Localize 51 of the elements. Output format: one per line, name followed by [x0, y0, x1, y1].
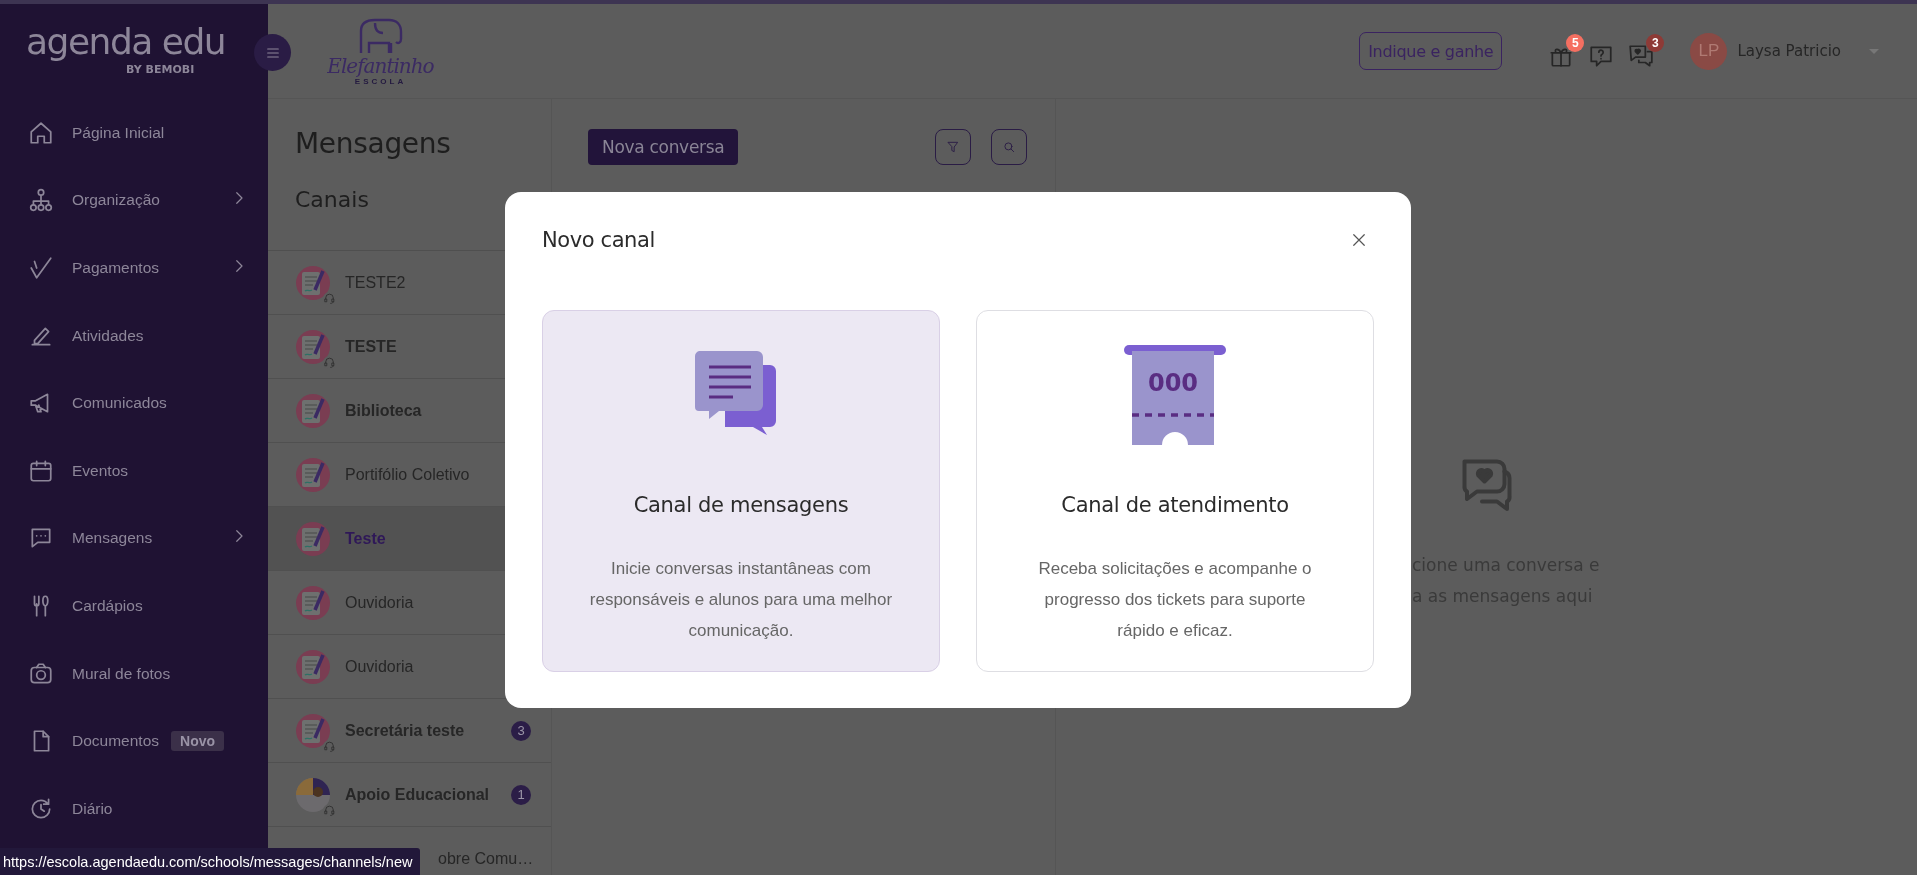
menu-button[interactable]: [254, 34, 291, 71]
close-icon: [1350, 231, 1368, 249]
notification-button[interactable]: 5: [1548, 33, 1585, 69]
channel-avatar: [296, 457, 330, 492]
channel-type-card[interactable]: 000 Canal de atendimento Receba solicitações e acompanhe o progresso dos tickets para suporte rápido e eficaz.: [976, 310, 1374, 672]
unread-badge: 3: [511, 720, 531, 741]
count-badge: 5: [1566, 33, 1585, 52]
dropdown-caret-icon[interactable]: [1869, 48, 1879, 54]
sidebar-item[interactable]: Diário: [0, 774, 268, 843]
page-title: Mensagens: [294, 126, 452, 162]
unread-badge: 1: [511, 784, 531, 805]
sidebar-item[interactable]: Mural de fotos: [0, 639, 268, 708]
sidebar-item[interactable]: Eventos: [0, 436, 268, 505]
close-button[interactable]: [1350, 231, 1368, 249]
notification-button[interactable]: 3: [1628, 33, 1665, 69]
camera-icon: [28, 660, 54, 687]
filter-icon: [946, 139, 960, 154]
sidebar-item[interactable]: Pagamentos: [0, 234, 268, 302]
sidebar-item[interactable]: Página Inicial: [0, 99, 268, 167]
sidebar-item[interactable]: Comunicados: [0, 369, 268, 437]
sidebar-item[interactable]: Organização: [0, 166, 268, 235]
new-badge: Novo: [171, 731, 224, 752]
sidebar-item[interactable]: Atividades: [0, 301, 268, 370]
channel-avatar: [296, 585, 330, 620]
school-logo-subtitle: ESCOLA: [354, 76, 407, 86]
search-icon: [1002, 139, 1016, 154]
check-icon: [28, 255, 54, 281]
card-title: Canal de atendimento: [1061, 493, 1289, 517]
channel-avatar: [296, 265, 330, 300]
brand-logo: agenda edu: [26, 22, 226, 62]
hierarchy-icon: [28, 187, 54, 214]
search-button[interactable]: [991, 128, 1027, 165]
card-description: Inicie conversas instantâneas com responsáveis e alunos para uma melhor comunicação.: [588, 558, 894, 642]
link-url-tooltip: https://escola.agendaedu.com/schools/messages/channels/new: [0, 848, 421, 875]
channel-avatar: [296, 777, 330, 812]
card-title: Canal de mensagens: [633, 493, 849, 517]
calendar-icon: [28, 457, 54, 484]
card-description: Receba solicitações e acompanhe o progresso dos tickets para suporte rápido e eficaz.: [1037, 558, 1313, 642]
sidebar-item[interactable]: Mensagens: [0, 504, 268, 573]
sidebar-item[interactable]: Cardápios: [0, 572, 268, 640]
channel-avatar: [296, 329, 330, 364]
channel-avatar: [296, 393, 330, 428]
count-badge: 3: [1646, 33, 1665, 52]
brand-tagline: BY BEMOBI: [126, 63, 195, 76]
channel-type-card[interactable]: Canal de mensagens Inicie conversas instantâneas com responsáveis e alunos para uma melhor comunicação.: [542, 310, 940, 672]
filter-button[interactable]: [935, 128, 971, 165]
sidebar-item[interactable]: Documentos Novo: [0, 707, 268, 775]
channel-avatar: [296, 521, 330, 556]
channel-avatar: [296, 649, 330, 684]
channel-avatar: [296, 713, 330, 748]
new-conversation-button[interactable]: Nova conversa: [588, 128, 739, 165]
